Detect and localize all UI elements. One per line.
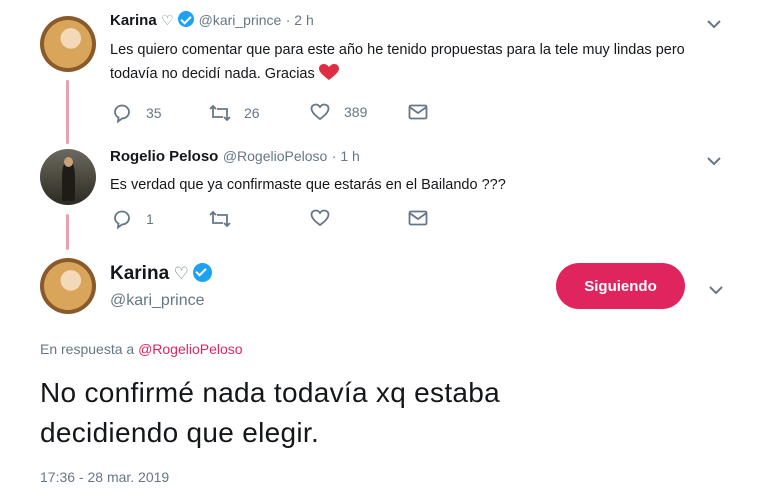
- message-button[interactable]: [408, 104, 428, 120]
- reply-to-link[interactable]: @RogelioPeloso: [138, 341, 243, 357]
- tweet-text: Les quiero comentar que para este año he…: [110, 38, 710, 89]
- heart-symbol: ♡: [161, 12, 174, 28]
- verified-icon: [193, 263, 213, 282]
- action-bar: 1: [112, 209, 432, 231]
- author-handle[interactable]: @kari_prince: [110, 292, 205, 310]
- like-icon: [310, 103, 330, 121]
- main-tweet-text: No confirmé nada todavía xq estaba decid…: [40, 373, 740, 453]
- action-bar: 35 26 389: [112, 103, 432, 125]
- reply-count: 35: [146, 105, 162, 121]
- chevron-down-icon[interactable]: [706, 16, 722, 34]
- message-icon: [408, 104, 428, 120]
- author-name[interactable]: Karina: [110, 12, 157, 29]
- retweet-icon: [209, 104, 231, 122]
- author-handle[interactable]: @RogelioPeloso: [223, 148, 328, 164]
- reply-button[interactable]: 1: [112, 209, 154, 229]
- tweet-header: Karina ♡ @kari_prince · 2 h: [110, 11, 314, 30]
- like-count: 389: [344, 104, 368, 120]
- heart-emoji-icon: [318, 64, 339, 89]
- message-button[interactable]: [408, 210, 428, 226]
- like-button[interactable]: [310, 209, 330, 227]
- main-author: Karina ♡: [110, 263, 213, 285]
- tweet-timestamp[interactable]: 17:36 - 28 mar. 2019: [40, 469, 169, 485]
- retweet-icon: [209, 210, 231, 228]
- tweet-time[interactable]: · 1 h: [332, 148, 360, 164]
- heart-symbol: ♡: [173, 264, 189, 283]
- thread-line: [66, 80, 69, 144]
- reply-icon: [114, 210, 130, 229]
- avatar-rogelio[interactable]: [40, 149, 96, 205]
- avatar-karina[interactable]: [40, 16, 96, 72]
- tweet-header: Rogelio Peloso @RogelioPeloso · 1 h: [110, 148, 360, 166]
- chevron-down-icon[interactable]: [706, 153, 722, 171]
- following-button[interactable]: Siguiendo: [556, 263, 685, 309]
- reply-icon: [114, 104, 130, 123]
- retweet-count: 26: [244, 105, 260, 121]
- verified-icon: [178, 11, 195, 27]
- tweet-text: Es verdad que ya confirmaste que estarás…: [110, 177, 506, 193]
- chevron-down-icon[interactable]: [708, 282, 724, 300]
- retweet-button[interactable]: [208, 209, 232, 229]
- main-tweet-line: No confirmé nada todavía xq estaba: [40, 377, 501, 408]
- reply-context: En respuesta a @RogelioPeloso: [40, 341, 243, 357]
- author-name[interactable]: Rogelio Peloso: [110, 148, 218, 165]
- reply-prefix: En respuesta a: [40, 341, 135, 357]
- like-icon: [310, 209, 330, 227]
- reply-count: 1: [146, 211, 154, 227]
- author-name[interactable]: Karina: [110, 263, 169, 284]
- reply-button[interactable]: 35: [112, 103, 162, 123]
- main-tweet-line: decidiendo que elegir.: [40, 417, 320, 448]
- author-handle[interactable]: @kari_prince: [199, 12, 282, 28]
- tweet-time[interactable]: · 2 h: [286, 12, 314, 28]
- retweet-button[interactable]: 26: [208, 103, 260, 123]
- thread-line: [66, 214, 69, 250]
- message-icon: [408, 210, 428, 226]
- like-button[interactable]: 389: [310, 103, 367, 121]
- avatar-karina[interactable]: [40, 258, 96, 314]
